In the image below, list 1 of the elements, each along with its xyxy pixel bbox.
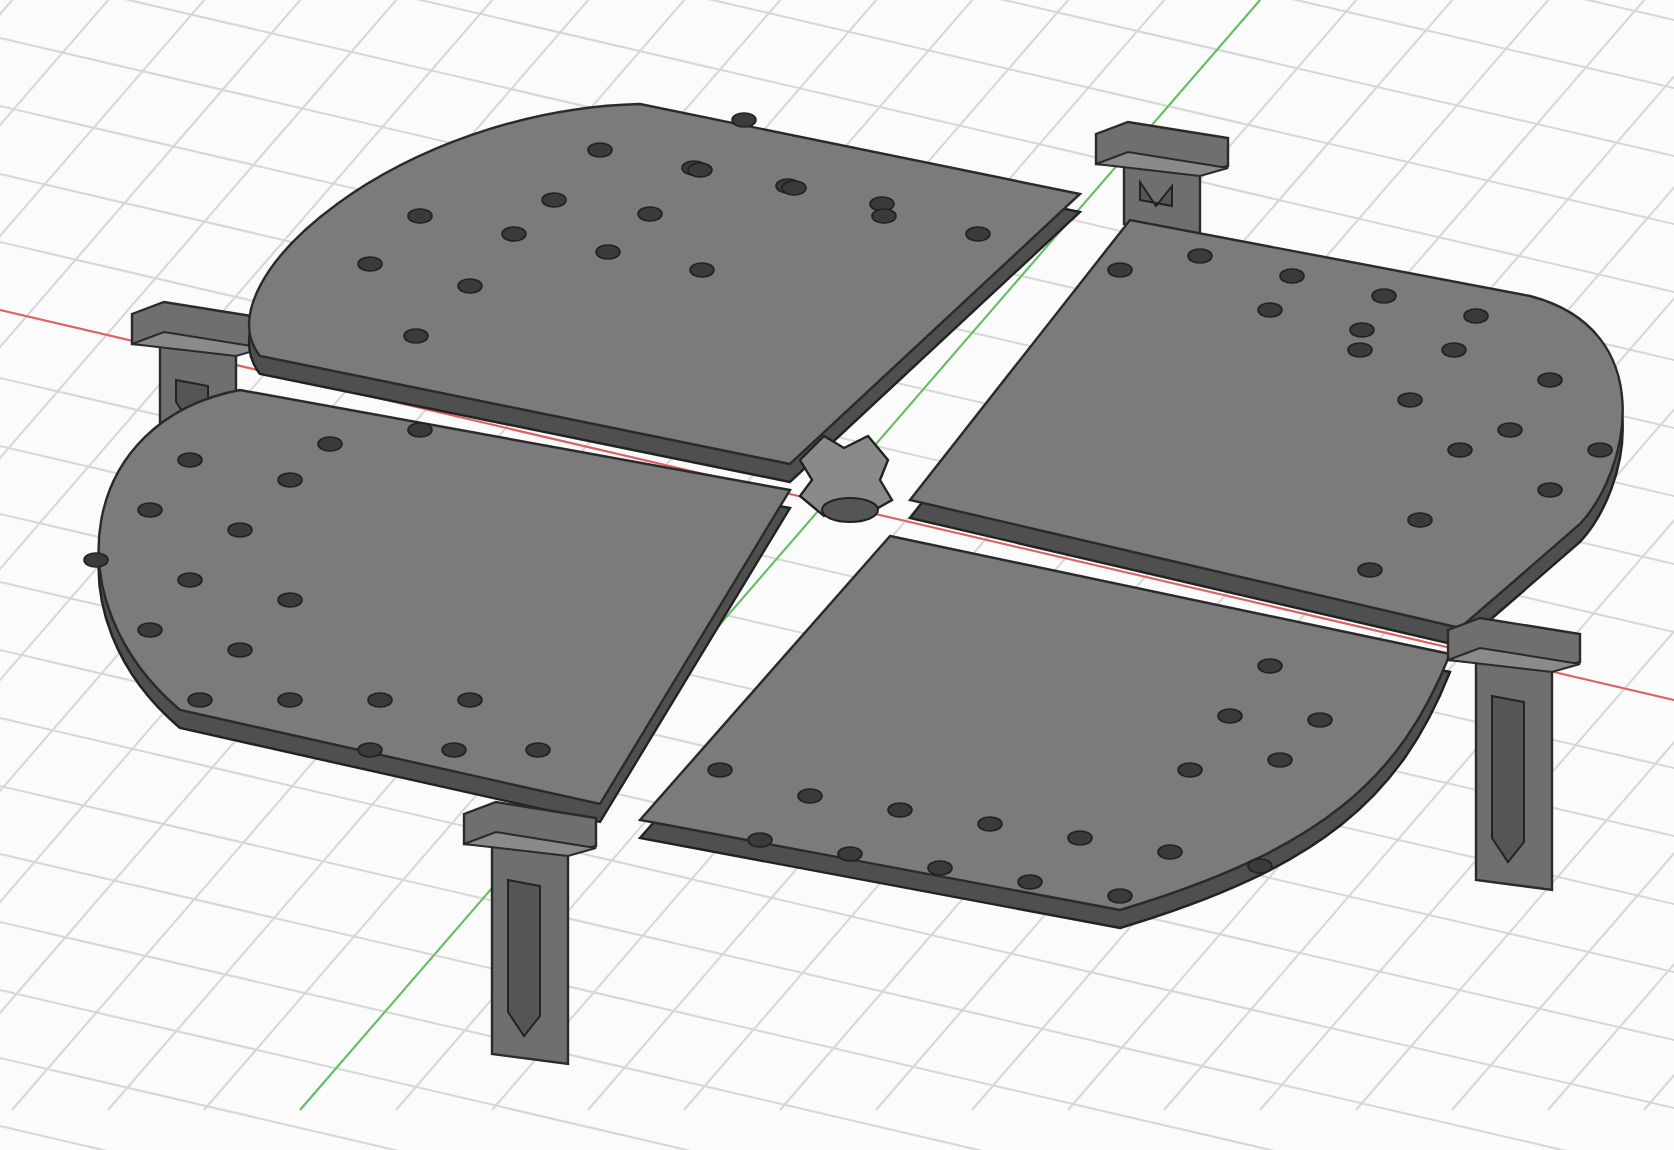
plate-model-drawing[interactable] bbox=[83, 102, 1624, 1066]
